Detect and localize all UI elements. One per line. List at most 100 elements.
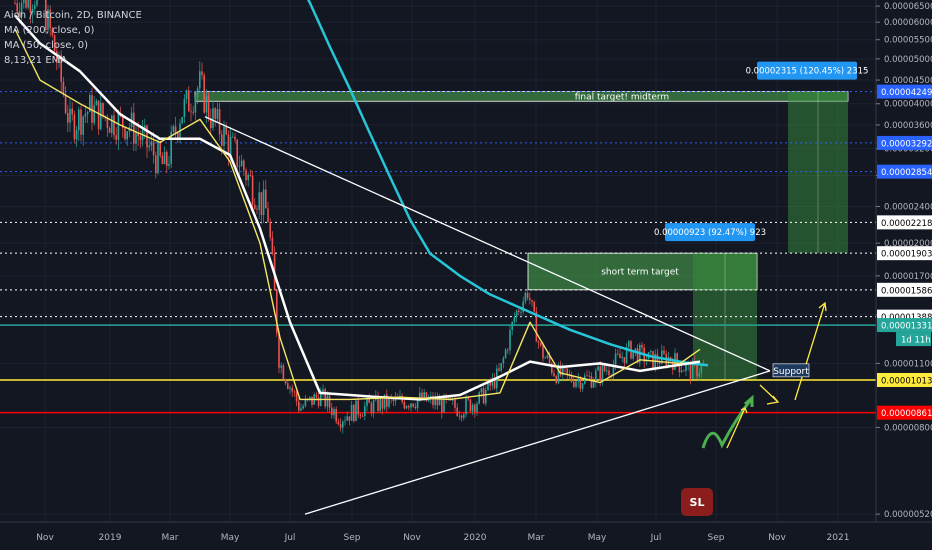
candle-body [500,363,502,371]
candle-body [608,370,610,376]
candle-body [265,189,267,209]
candle-body [201,71,203,75]
candle-body [302,406,304,409]
candle-body [232,136,234,138]
candle-body [504,349,507,359]
candle-body [234,136,236,140]
y-tick-label-0: 0.00006500 [884,2,932,12]
x-tick-label-6: Nov [403,533,421,543]
candle-body [199,71,201,89]
candle-body [262,189,265,215]
candle-body [465,397,467,415]
candle-body [212,108,214,128]
candle-body [124,128,126,140]
candle-body [174,126,177,134]
candle-body [258,192,260,210]
chart-svg[interactable]: final target! midtermshort term target0.… [0,0,932,550]
candle-body [474,404,476,412]
candle-body [553,373,555,377]
candle-body [267,208,269,223]
candle-body [196,88,199,98]
candle-body [256,208,258,210]
y-level-label-8: 0.00001013 [881,376,932,386]
y-tick-label-9: 0.00002400 [884,202,932,212]
y-tick-label-15: 0.00000520 [884,510,932,520]
candle-body [216,109,219,119]
candle-body [155,155,157,174]
candle-body [588,375,590,377]
candle-body [172,126,175,132]
candle-body [650,351,652,353]
candle-body [372,400,375,414]
candle-body [485,390,487,404]
candle-body [476,403,478,412]
candle-body [623,357,626,364]
candle-body [350,404,353,421]
candle-body [135,132,137,144]
legend-ma50[interactable]: MA (50, close, 0) [4,38,142,53]
candle-body [218,109,221,135]
x-tick-label-8: Mar [528,533,545,543]
candle-body [370,402,373,414]
candle-body [27,0,29,8]
candle-body [280,365,282,368]
candle-body [408,406,410,408]
yellow-arrow-3 [794,301,827,401]
legend: Aion / Bitcoin, 2D, BINANCE MA (200, clo… [4,8,142,68]
candle-body [524,292,527,302]
candle-body [463,414,465,418]
candle-body [73,114,76,140]
candle-body [36,0,38,6]
candle-body [82,116,84,135]
x-tick-label-5: Sep [344,533,361,543]
candle-body [260,192,263,215]
candle-body [700,365,703,374]
legend-ema[interactable]: 8,13,21 EMA [4,53,142,68]
candle-body [344,420,346,422]
y-level-label-4: 0.00001903 [881,250,932,260]
candle-body [652,351,654,368]
candle-body [680,370,683,373]
candle-body [575,381,577,387]
legend-ma200[interactable]: MA (200, close, 0) [4,23,142,38]
candle-body [188,90,190,112]
candle-body [621,357,623,359]
candle-body [23,0,25,4]
sl-label: SL [690,496,705,509]
candle-body [95,100,98,106]
measure-label-2: 0.00000923 (92.47%) 923 [654,228,766,238]
candle-body [595,370,597,382]
candle-body [381,397,384,409]
legend-symbol[interactable]: Aion / Bitcoin, 2D, BINANCE [4,8,142,23]
candle-body [247,174,249,181]
candle-body [284,379,287,384]
candle-body [601,365,604,381]
candle-body [25,0,27,8]
candle-body [460,415,463,418]
candle-body [309,396,311,399]
candle-body [71,108,73,115]
candle-body [190,111,192,113]
candle-body [586,375,588,377]
support-label: Support [773,367,809,377]
candle-body [606,370,608,372]
candle-body [93,105,95,123]
candle-body [357,400,359,415]
candle-body [14,3,16,4]
candle-body [511,321,513,331]
candle-body [592,381,595,388]
candle-body [86,111,89,115]
candle-body [480,388,483,393]
y-tick-label-14: 0.00000800 [884,423,932,433]
candle-body [355,400,357,422]
candle-body [293,391,296,393]
y-level-label-5: 0.00001586 [881,286,932,296]
candle-body [177,133,179,138]
candle-body [579,378,582,389]
candle-body [498,368,500,371]
candle-body [100,102,102,130]
candle-body [628,341,630,347]
candle-body [531,299,533,302]
candle-body [412,403,414,407]
x-tick-label-1: 2019 [99,533,122,543]
